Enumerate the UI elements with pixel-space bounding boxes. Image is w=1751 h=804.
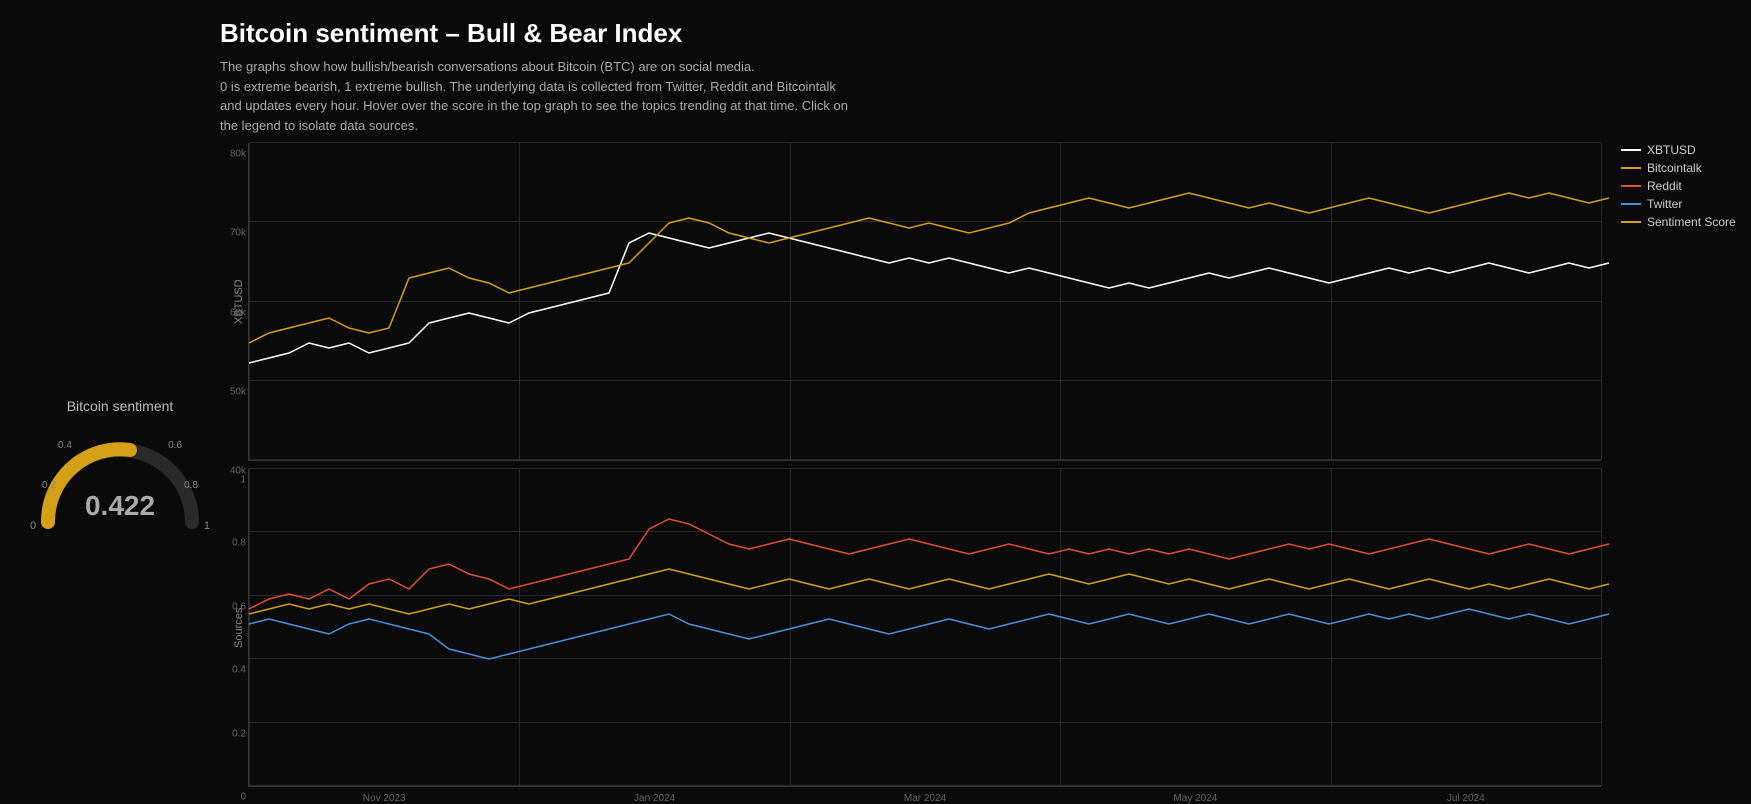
legend-label-reddit: Reddit — [1647, 179, 1682, 193]
legend-line-bitcointalk — [1621, 167, 1641, 169]
legend-item-bitcointalk[interactable]: Bitcointalk — [1621, 161, 1741, 175]
page-title: Bitcoin sentiment – Bull & Bear Index — [220, 18, 1721, 49]
bottom-chart-svg — [249, 469, 1601, 786]
gauge-min-label: 0 — [30, 520, 36, 532]
bottom-chart-area[interactable]: 0 0.2 0.4 0.6 0.8 1 Nov 2023 Jan 2024 Ma… — [248, 469, 1601, 787]
x-tick-jul: Jul 2024 — [1447, 793, 1485, 804]
gauge-value: 0.422 — [85, 490, 155, 522]
chart-legend: XBTUSD Bitcointalk Reddit Twitter Sentim… — [1611, 143, 1741, 229]
legend-item-twitter[interactable]: Twitter — [1621, 197, 1741, 211]
legend-line-xbtusd — [1621, 149, 1641, 151]
gauge-02-label: 0.2 — [42, 480, 56, 491]
gauge-max-label: 1 — [204, 520, 210, 532]
page-description: The graphs show how bullish/bearish conv… — [220, 57, 980, 135]
x-tick-mar: Mar 2024 — [904, 793, 946, 804]
x-tick-jan: Jan 2024 — [634, 793, 675, 804]
legend-line-sentiment — [1621, 221, 1641, 223]
legend-item-xbtusd[interactable]: XBTUSD — [1621, 143, 1741, 157]
gauge-title: Bitcoin sentiment — [67, 398, 174, 414]
legend-item-reddit[interactable]: Reddit — [1621, 179, 1741, 193]
legend-label-sentiment: Sentiment Score — [1647, 215, 1736, 229]
x-tick-nov: Nov 2023 — [363, 793, 406, 804]
page-header: Bitcoin sentiment – Bull & Bear Index Th… — [0, 0, 1751, 143]
legend-label-bitcointalk: Bitcointalk — [1647, 161, 1702, 175]
legend-line-reddit — [1621, 185, 1641, 187]
x-tick-may: May 2024 — [1173, 793, 1217, 804]
legend-label-twitter: Twitter — [1647, 197, 1682, 211]
legend-item-sentiment[interactable]: Sentiment Score — [1621, 215, 1741, 229]
bottom-chart-wrapper: Sources 0 0.2 0.4 0.6 0.8 1 Nov 2023 Jan… — [230, 469, 1741, 787]
gauge-container: 0 1 0.2 0.4 0.6 0.8 0.422 — [30, 422, 210, 532]
gauge-08-label: 0.8 — [184, 480, 198, 491]
top-chart-svg — [249, 143, 1601, 460]
top-chart-wrapper: XBTUSD 40k 50k 60k 70k 80k — [230, 143, 1741, 461]
gauge-section: Bitcoin sentiment 0 1 0.2 0.4 0.6 0.8 0.… — [10, 143, 230, 787]
main-content: Bitcoin sentiment 0 1 0.2 0.4 0.6 0.8 0.… — [0, 143, 1751, 797]
legend-line-twitter — [1621, 203, 1641, 205]
legend-label-xbtusd: XBTUSD — [1647, 143, 1696, 157]
bottom-y-axis-label: Sources — [230, 469, 248, 787]
gauge-04-label: 0.4 — [58, 440, 72, 451]
top-chart-area[interactable]: 40k 50k 60k 70k 80k — [248, 143, 1601, 461]
gauge-06-label: 0.6 — [168, 440, 182, 451]
charts-section: XBTUSD Bitcointalk Reddit Twitter Sentim… — [230, 143, 1741, 787]
top-y-axis-label: XBTUSD — [230, 143, 248, 461]
